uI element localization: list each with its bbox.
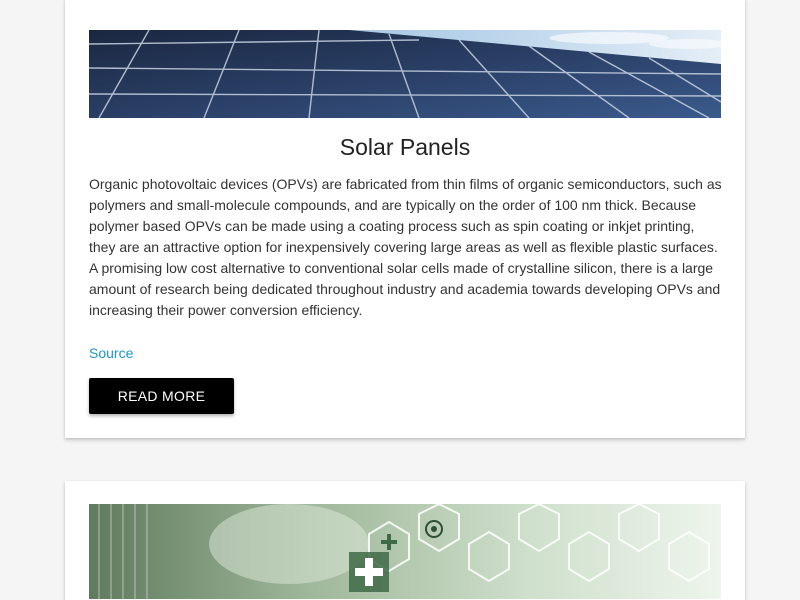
article-card-medical (65, 481, 745, 600)
medical-banner-image (89, 504, 721, 599)
card-title: Solar Panels (339, 134, 471, 160)
page: Solar Panels Organic photovoltaic device… (0, 0, 800, 600)
read-more-button[interactable]: READ MORE (89, 378, 234, 414)
card-description: Organic photovoltaic devices (OPVs) are … (89, 176, 722, 318)
source-link[interactable]: Source (89, 343, 133, 363)
solar-panel-banner-image (89, 30, 721, 118)
medical-lab-photo-icon (89, 504, 721, 599)
article-card-solar-panels: Solar Panels Organic photovoltaic device… (65, 0, 745, 438)
solar-panel-photo-icon (89, 30, 721, 118)
